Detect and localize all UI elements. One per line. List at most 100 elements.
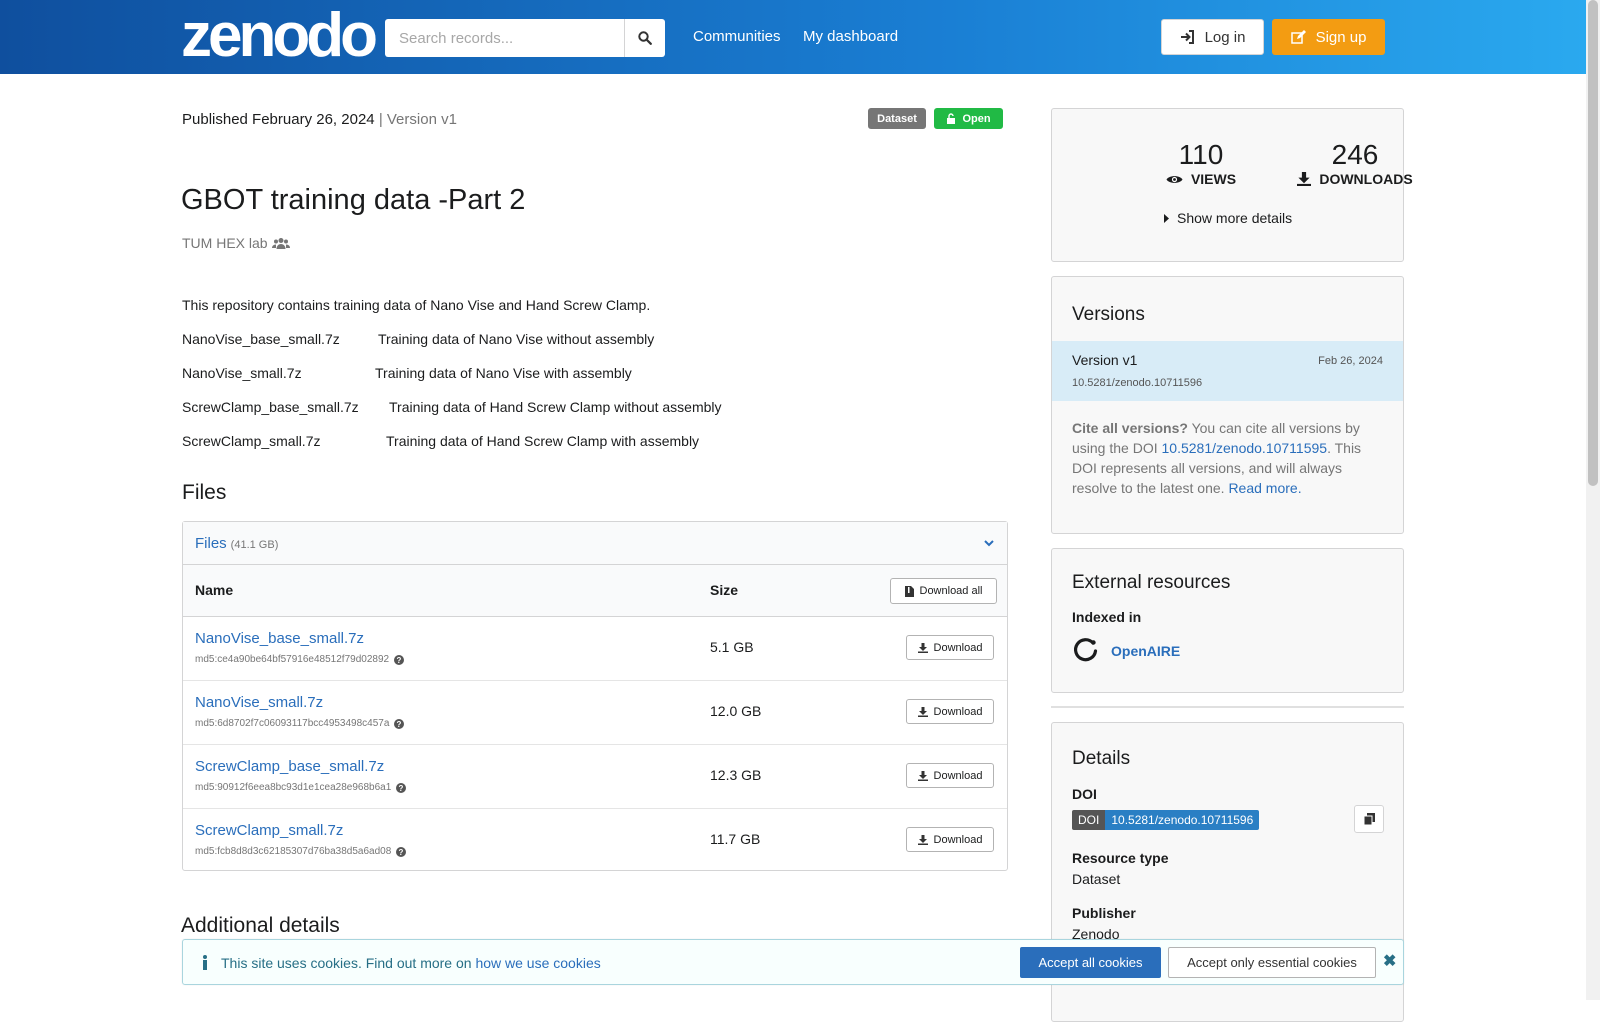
- copy-doi-button[interactable]: [1354, 805, 1384, 833]
- download-icon: [917, 706, 928, 717]
- download-icon: [917, 770, 928, 781]
- download-icon: [917, 642, 928, 653]
- creator-name[interactable]: TUM HEX lab: [182, 235, 268, 251]
- description-item-text: Training data of Hand Screw Clamp withou…: [389, 399, 722, 415]
- openaire-link[interactable]: OpenAIRE: [1072, 637, 1180, 664]
- files-panel: Files (41.1 GB) Name Size Download all Na…: [182, 521, 1008, 871]
- description-item: NanoVise_small.7z Training data of Nano …: [182, 365, 882, 381]
- show-more-details-toggle[interactable]: Show more details: [1164, 210, 1292, 226]
- question-circle-icon[interactable]: ?: [396, 846, 407, 857]
- cite-all-versions: Cite all versions? You can cite all vers…: [1072, 418, 1387, 498]
- resource-type-badge: Dataset: [868, 108, 926, 129]
- downloads-label-text: DOWNLOADS: [1319, 171, 1413, 187]
- files-table-header: Name Size Download all: [183, 565, 1007, 617]
- page-scrollbar[interactable]: [1586, 0, 1600, 1000]
- record-title: GBOT training data -Part 2: [181, 184, 526, 216]
- concept-doi-link[interactable]: 10.5281/zenodo.10711595: [1162, 440, 1328, 456]
- file-row: NanoVise_small.7z md5:6d8702f7c06093117b…: [183, 681, 1007, 745]
- openaire-label[interactable]: OpenAIRE: [1111, 643, 1180, 659]
- doi-badge-value: 10.5281/zenodo.10711596: [1105, 810, 1260, 830]
- details-heading: Details: [1072, 748, 1131, 769]
- search-input[interactable]: [385, 19, 624, 57]
- download-icon: [1297, 172, 1312, 186]
- description-item: ScrewClamp_small.7z Training data of Han…: [182, 433, 882, 449]
- md5-text: md5:6d8702f7c06093117bcc4953498c457a: [195, 718, 390, 729]
- access-badge-label: Open: [962, 112, 991, 125]
- close-icon[interactable]: ✖: [1383, 951, 1396, 971]
- col-name-header: Name: [195, 582, 234, 598]
- file-link[interactable]: NanoVise_small.7z: [195, 694, 323, 711]
- files-accordion-header[interactable]: Files (41.1 GB): [183, 522, 1007, 565]
- cookie-policy-link[interactable]: how we use cookies: [475, 955, 600, 971]
- file-link[interactable]: ScrewClamp_base_small.7z: [195, 758, 384, 775]
- doi-badge[interactable]: DOI 10.5281/zenodo.10711596: [1072, 810, 1260, 830]
- signup-button[interactable]: Sign up: [1272, 19, 1385, 55]
- zenodo-logo[interactable]: zenodo: [181, 4, 378, 68]
- search-button[interactable]: [624, 19, 665, 57]
- download-button[interactable]: Download: [906, 827, 994, 852]
- download-label: Download: [933, 769, 983, 782]
- version-text: | Version v1: [378, 111, 457, 128]
- doi-badge-left: DOI: [1072, 810, 1106, 830]
- chevron-down-icon: [984, 540, 994, 547]
- description-item: ScrewClamp_base_small.7z Training data o…: [182, 399, 882, 415]
- download-button[interactable]: Download: [906, 763, 994, 788]
- svg-text:?: ?: [399, 848, 404, 857]
- search-bar: [385, 19, 665, 57]
- published-text: Published February 26, 2024: [182, 111, 375, 128]
- download-button[interactable]: Download: [906, 699, 994, 724]
- version-item-doi: 10.5281/zenodo.10711596: [1072, 377, 1203, 389]
- question-circle-icon[interactable]: ?: [396, 782, 407, 793]
- file-checksum: md5:6d8702f7c06093117bcc4953498c457a?: [195, 718, 405, 729]
- version-item[interactable]: Version v1 Feb 26, 2024 10.5281/zenodo.1…: [1052, 341, 1403, 401]
- resource-type-label: Resource type: [1072, 850, 1169, 866]
- download-all-button[interactable]: Download all: [890, 578, 997, 604]
- file-archive-icon: [904, 585, 914, 597]
- file-checksum: md5:90912f6eea8bc93d1e1cea28e968b6a1?: [195, 782, 407, 793]
- version-item-date: Feb 26, 2024: [1318, 355, 1383, 367]
- creator[interactable]: TUM HEX lab: [182, 235, 290, 251]
- file-checksum: md5:fcb8d8d3c62185307d76ba38d5a6ad08?: [195, 846, 407, 857]
- files-total-size: (41.1 GB): [230, 538, 279, 551]
- download-icon: [917, 834, 928, 845]
- external-resources-heading: External resources: [1072, 572, 1231, 593]
- eye-icon: [1166, 175, 1183, 183]
- group-icon: [271, 238, 290, 249]
- stats-card: 110 VIEWS 246 DOWNLOADS Show more detail…: [1051, 108, 1413, 262]
- access-badge: Open: [934, 108, 1003, 129]
- openaire-logo-icon: [1074, 638, 1098, 662]
- accept-all-cookies-button[interactable]: Accept all cookies: [1020, 947, 1161, 978]
- views-label-text: VIEWS: [1190, 171, 1237, 187]
- login-label: Log in: [1204, 28, 1246, 46]
- download-label: Download: [933, 641, 983, 654]
- cookie-message: This site uses cookies. Find out more on…: [221, 955, 601, 971]
- file-size: 12.3 GB: [710, 767, 762, 783]
- version-item-label[interactable]: Version v1: [1072, 352, 1137, 368]
- accept-essential-cookies-button[interactable]: Accept only essential cookies: [1168, 947, 1376, 978]
- file-link[interactable]: NanoVise_base_small.7z: [195, 630, 364, 647]
- indexed-in-label: Indexed in: [1072, 609, 1142, 625]
- doi-label: DOI: [1072, 786, 1097, 802]
- nav-my-dashboard[interactable]: My dashboard: [803, 28, 898, 45]
- file-link[interactable]: ScrewClamp_small.7z: [195, 822, 343, 839]
- download-label: Download: [933, 705, 983, 718]
- nav-communities[interactable]: Communities: [693, 28, 781, 45]
- read-more-link[interactable]: Read more.: [1228, 480, 1301, 496]
- file-checksum: md5:ce4a90be64bf57916e48512f79d02892?: [195, 654, 405, 665]
- description-intro: This repository contains training data o…: [182, 297, 651, 313]
- file-size: 5.1 GB: [710, 639, 754, 655]
- publisher-label: Publisher: [1072, 905, 1136, 921]
- signup-label: Sign up: [1315, 28, 1367, 46]
- downloads-count: 246: [1331, 139, 1379, 170]
- login-button[interactable]: Log in: [1161, 19, 1264, 55]
- scrollbar-thumb[interactable]: [1588, 0, 1598, 486]
- question-circle-icon[interactable]: ?: [394, 654, 405, 665]
- unlock-icon: [947, 113, 956, 124]
- md5-text: md5:90912f6eea8bc93d1e1cea28e968b6a1: [195, 782, 392, 793]
- cite-all-versions-bold: Cite all versions?: [1072, 420, 1188, 436]
- download-button[interactable]: Download: [906, 635, 994, 660]
- question-circle-icon[interactable]: ?: [394, 718, 405, 729]
- files-panel-title: Files: [195, 534, 227, 552]
- search-icon: [638, 31, 652, 45]
- description-item-file: ScrewClamp_base_small.7z: [182, 399, 359, 415]
